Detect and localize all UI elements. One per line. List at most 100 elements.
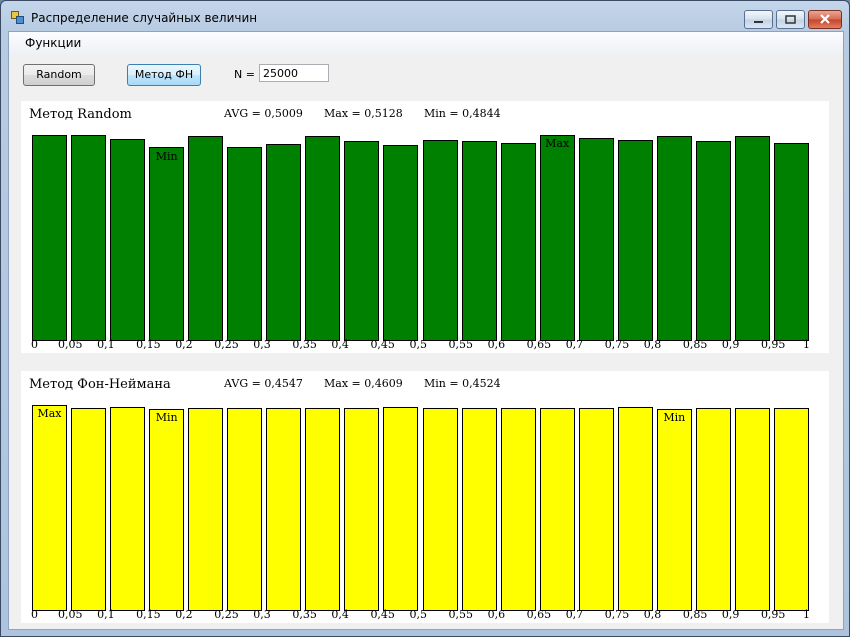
panel-title: Метод Random — [29, 107, 132, 122]
histogram-bar — [500, 407, 536, 611]
x-tick-label: 0,9 — [721, 338, 740, 351]
x-tick-label: 0,75 — [604, 338, 630, 351]
histogram-bar: Min — [149, 408, 185, 611]
random-chart-panel: Метод Random AVG = 0,5009 Max = 0,5128 M… — [21, 101, 829, 353]
histogram-bar — [461, 141, 497, 341]
histogram-bar — [578, 407, 614, 611]
x-tick-label: 0,35 — [292, 608, 317, 621]
x-tick-label: 1 — [803, 338, 810, 351]
histogram-bar — [227, 407, 263, 611]
x-tick-label: 0,7 — [565, 608, 584, 621]
x-tick-label: 0,7 — [565, 338, 584, 351]
histogram-bar — [227, 146, 263, 341]
client-area: Функции Random Метод ФН N = 25000 Метод … — [8, 31, 844, 630]
histogram-bar — [695, 141, 731, 341]
random-button[interactable]: Random — [23, 64, 95, 86]
x-tick-label: 0,45 — [370, 338, 395, 351]
x-tick-label: 0,6 — [487, 338, 506, 351]
x-tick-label: 0,1 — [97, 608, 115, 621]
max-stat: Max = 0,4609 — [324, 377, 403, 390]
bar-extreme-label: Min — [155, 149, 178, 163]
histogram-bar — [110, 139, 146, 341]
histogram-bar: Max — [32, 405, 67, 611]
fn-method-button[interactable]: Метод ФН — [127, 64, 201, 86]
histogram-bar — [110, 406, 146, 611]
x-tick-label: 0,8 — [643, 338, 662, 351]
title-bar[interactable]: Распределение случайных величин — [1, 1, 849, 31]
x-tick-label: 0,05 — [58, 608, 83, 621]
x-tick-label: 0,15 — [136, 338, 161, 351]
histogram-bar — [305, 407, 341, 611]
histogram-bar — [344, 141, 380, 341]
histogram-bar — [422, 408, 458, 611]
x-tick-label: 0,2 — [175, 338, 193, 351]
x-tick-label: 0,4 — [331, 608, 349, 621]
x-tick-label: 1 — [803, 608, 810, 621]
min-stat: Min = 0,4844 — [424, 107, 501, 120]
x-tick-label: 0,15 — [136, 608, 161, 621]
histogram-bar — [188, 407, 224, 611]
x-tick-label: 0 — [31, 608, 38, 621]
x-tick-label: 0,55 — [448, 608, 474, 621]
histogram-bar — [500, 143, 536, 341]
window-title: Распределение случайных величин — [31, 11, 258, 25]
menu-functions[interactable]: Функции — [25, 36, 81, 50]
x-tick-label: 0,6 — [487, 608, 506, 621]
histogram-bar — [383, 406, 419, 611]
histogram-bar — [32, 135, 67, 341]
histogram-bar — [461, 407, 497, 611]
bar-extreme-label: Min — [155, 410, 178, 424]
avg-stat: AVG = 0,5009 — [224, 107, 303, 120]
histogram-bar — [344, 408, 380, 611]
x-tick-label: 0,5 — [409, 338, 428, 351]
minimize-button[interactable] — [744, 10, 773, 29]
min-stat: Min = 0,4524 — [424, 377, 501, 390]
menu-bar: Функции — [9, 32, 843, 54]
x-tick-label: 0,05 — [58, 338, 83, 351]
x-tick-label: 0,3 — [253, 608, 271, 621]
n-input[interactable]: 25000 — [259, 64, 329, 82]
x-tick-label: 0,1 — [97, 338, 115, 351]
von-neumann-chart-panel: Метод Фон-Неймана AVG = 0,4547 Max = 0,4… — [21, 371, 829, 623]
x-tick-label: 0,8 — [643, 608, 662, 621]
x-tick-label: 0,5 — [409, 608, 428, 621]
app-window: Распределение случайных величин Функции … — [0, 0, 850, 637]
bar-extreme-label: Max — [545, 137, 570, 150]
x-tick-label: 0 — [31, 338, 38, 351]
maximize-button[interactable] — [776, 10, 805, 29]
histogram-bar: Min — [149, 146, 185, 341]
x-tick-label: 0,45 — [370, 608, 395, 621]
histogram-bar — [656, 136, 692, 341]
close-button[interactable] — [808, 10, 842, 29]
histogram-bar — [266, 407, 302, 611]
x-tick-label: 0,95 — [760, 608, 786, 621]
x-tick-label: 0,65 — [526, 608, 552, 621]
avg-stat: AVG = 0,4547 — [224, 377, 303, 390]
histogram-bar — [617, 140, 653, 341]
app-icon — [11, 11, 24, 24]
max-stat: Max = 0,5128 — [324, 107, 403, 120]
histogram-bar — [71, 407, 107, 611]
histogram-bar — [266, 144, 302, 341]
histogram-bar — [383, 145, 419, 341]
x-tick-label: 0,9 — [721, 608, 740, 621]
histogram-bar — [773, 407, 809, 611]
x-tick-label: 0,95 — [760, 338, 786, 351]
x-tick-label: 0,4 — [331, 338, 349, 351]
x-tick-label: 0,25 — [214, 608, 239, 621]
histogram-bar — [734, 136, 770, 341]
histogram-bar — [695, 407, 731, 611]
histogram-bar — [71, 135, 107, 341]
n-label: N = — [234, 68, 255, 81]
x-tick-label: 0,25 — [214, 338, 239, 351]
x-tick-label: 0,85 — [682, 338, 708, 351]
histogram-bar — [188, 136, 224, 341]
x-tick-label: 0,65 — [526, 338, 552, 351]
histogram-bar — [422, 140, 458, 341]
histogram-bar — [773, 143, 809, 341]
histogram-bar — [305, 136, 341, 341]
histogram-bar: Min — [656, 408, 692, 611]
x-tick-label: 0,55 — [448, 338, 474, 351]
x-tick-label: 0,85 — [682, 608, 708, 621]
x-tick-label: 0,2 — [175, 608, 193, 621]
